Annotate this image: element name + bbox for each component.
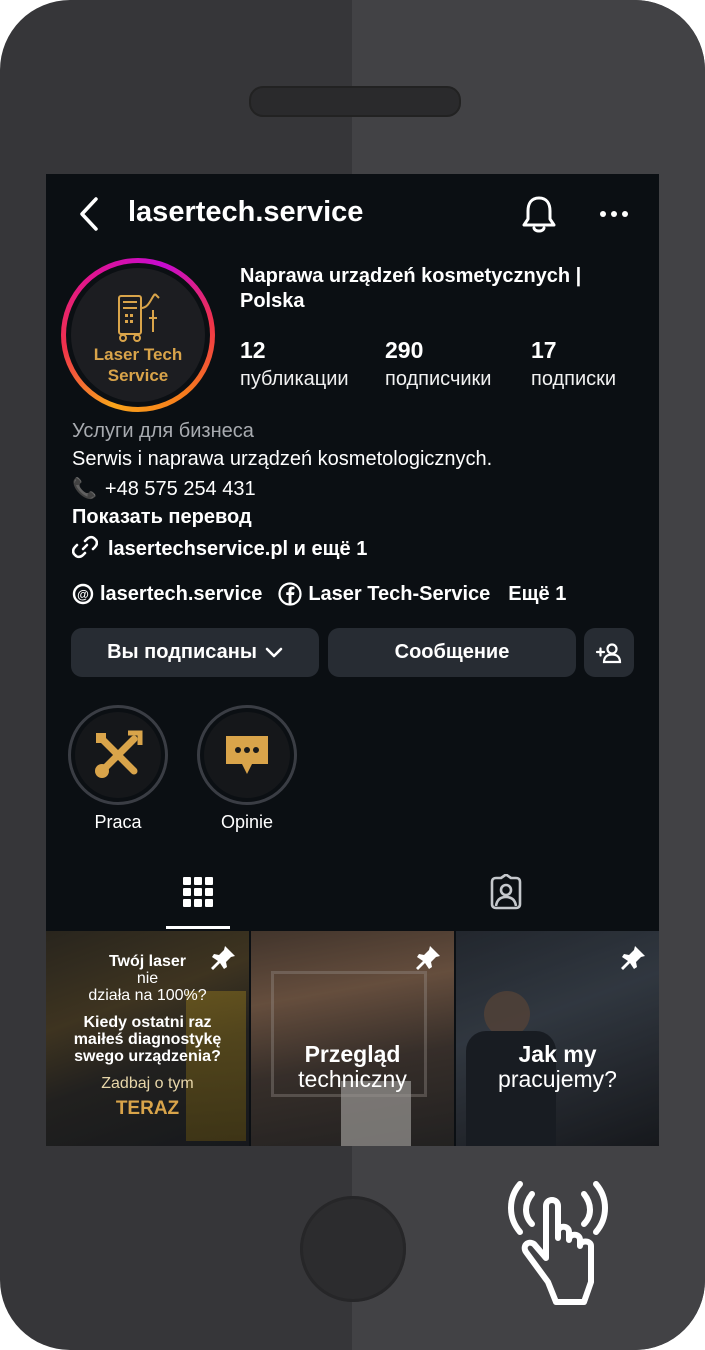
- facebook-icon: [278, 582, 302, 606]
- show-translation-link[interactable]: Показать перевод: [72, 506, 252, 529]
- add-user-button[interactable]: [584, 628, 634, 677]
- following-button[interactable]: Вы подписаны: [71, 628, 319, 677]
- profile-username: lasertech.service: [128, 196, 364, 228]
- chevron-down-icon: [265, 647, 283, 657]
- grid-icon[interactable]: [182, 874, 214, 910]
- threads-icon: @: [72, 583, 94, 605]
- telephone-icon: 📞: [72, 478, 97, 500]
- phone-number[interactable]: 📞 +48 575 254 431: [72, 476, 256, 501]
- threads-link[interactable]: @ lasertech.service: [72, 583, 262, 606]
- active-tab-indicator: [166, 926, 230, 929]
- stat-following[interactable]: 17 подписки: [531, 336, 616, 394]
- phone-speaker: [249, 86, 461, 117]
- instagram-screen: lasertech.service Laser Tech Service Nap…: [46, 174, 659, 1146]
- phone-frame: lasertech.service Laser Tech Service Nap…: [0, 0, 705, 1350]
- avatar: Laser Tech Service: [71, 268, 205, 402]
- posts-grid: Twój laser nie działa na 100%? Kiedy ost…: [46, 931, 659, 1146]
- message-button[interactable]: Сообщение: [328, 628, 576, 677]
- post-caption: Twój laser nie działa na 100%? Kiedy ost…: [73, 953, 222, 1119]
- social-links-row: @ lasertech.service Laser Tech-Service Е…: [72, 582, 566, 606]
- highlight-praca[interactable]: Praca: [68, 705, 168, 833]
- home-button[interactable]: [300, 1196, 406, 1302]
- bell-icon[interactable]: [520, 194, 558, 234]
- pin-icon: [416, 946, 440, 970]
- business-name: Naprawa urządzeń kosmetycznych | Polska: [240, 265, 582, 312]
- post-tile[interactable]: Jak my pracujemy?: [456, 931, 659, 1146]
- laser-device-logo: [118, 293, 160, 342]
- bio-text: Serwis i naprawa urządzeń kosmetologiczn…: [72, 448, 493, 470]
- post-caption: Przegląd techniczny: [298, 1041, 407, 1092]
- story-ring[interactable]: Laser Tech Service: [61, 258, 215, 412]
- facebook-link[interactable]: Laser Tech-Service: [278, 582, 490, 606]
- highlight-label: Opinie: [220, 812, 274, 832]
- link-icon: [71, 535, 99, 559]
- more-horizontal-icon[interactable]: [598, 204, 630, 224]
- add-person-icon: [595, 642, 622, 663]
- website-link[interactable]: lasertechservice.pl и ещё 1: [71, 534, 367, 561]
- tap-gesture-icon: [508, 1181, 608, 1305]
- tools-icon: [95, 730, 143, 778]
- highlight-opinie[interactable]: Opinie: [197, 705, 297, 833]
- post-tile[interactable]: Twój laser nie działa na 100%? Kiedy ost…: [46, 931, 249, 1146]
- tagged-person-icon[interactable]: [488, 874, 524, 910]
- category-label: Услуги для бизнеса: [72, 420, 254, 442]
- post-caption: Jak my pracujemy?: [498, 1041, 617, 1092]
- stat-followers[interactable]: 290 подписчики: [385, 336, 491, 394]
- chevron-left-icon[interactable]: [76, 196, 102, 232]
- highlight-label: Praca: [94, 812, 142, 832]
- stat-posts[interactable]: 12 публикации: [240, 336, 349, 394]
- svg-text:@: @: [77, 588, 89, 602]
- pin-icon: [621, 946, 645, 970]
- more-links[interactable]: Ещё 1: [508, 583, 566, 606]
- post-tile[interactable]: Przegląd techniczny: [251, 931, 454, 1146]
- avatar-logo-text: Laser Tech Service: [93, 345, 183, 385]
- chat-bubble-icon: [226, 736, 268, 774]
